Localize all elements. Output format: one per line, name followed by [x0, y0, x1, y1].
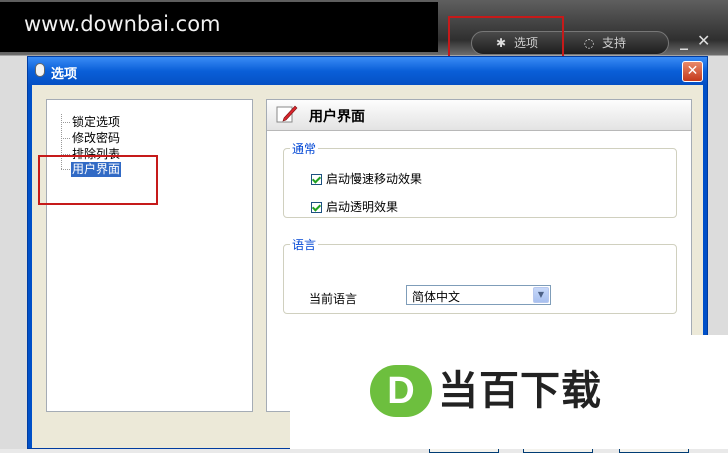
language-select-value: 简体中文: [412, 290, 461, 304]
highlight-box-user-interface: [38, 155, 158, 205]
panel-title: 用户界面: [309, 109, 365, 125]
dialog-title: 选项: [51, 67, 78, 82]
tree-item-change-password[interactable]: 修改密码: [71, 131, 121, 146]
tree-branch: [61, 138, 70, 139]
general-group: 通常 启动慢速移动效果 启动透明效果: [283, 140, 677, 218]
lock-icon: [35, 63, 45, 77]
tree-branch: [61, 122, 70, 123]
site-watermark: www.downbai.com: [0, 2, 438, 52]
language-select[interactable]: 简体中文 ▼: [406, 285, 551, 305]
logo-text: 当百下载: [438, 368, 602, 414]
current-language-label: 当前语言: [309, 292, 358, 306]
dialog-title-bar[interactable]: 选项 ✕: [28, 57, 707, 85]
app-minimize-button[interactable]: _: [680, 31, 688, 50]
chevron-down-icon[interactable]: ▼: [533, 287, 549, 303]
support-tab-label: 支持: [602, 36, 627, 50]
dialog-close-button[interactable]: ✕: [682, 61, 703, 82]
pencil-icon: [276, 105, 298, 123]
transparency-label: 启动透明效果: [326, 200, 399, 214]
panel-header: 用户界面: [267, 100, 691, 131]
transparency-checkbox[interactable]: [311, 202, 322, 213]
site-logo: D 当百下载: [290, 335, 728, 449]
slow-motion-option[interactable]: 启动慢速移动效果: [311, 171, 422, 187]
app-close-button[interactable]: ✕: [697, 31, 710, 50]
refresh-icon: ◌: [583, 36, 595, 50]
options-tree: 锁定选项 修改密码 排除列表 用户界面: [46, 99, 253, 412]
language-group-legend: 语言: [292, 238, 317, 252]
transparency-option[interactable]: 启动透明效果: [311, 199, 398, 215]
slow-motion-label: 启动慢速移动效果: [326, 172, 423, 186]
tree-item-lock-options[interactable]: 锁定选项: [71, 115, 121, 130]
language-group: 语言 当前语言 简体中文 ▼: [283, 236, 677, 314]
slow-motion-checkbox[interactable]: [311, 174, 322, 185]
support-tab-button[interactable]: ◌ 支持: [582, 32, 626, 54]
logo-mark-icon: D: [370, 365, 432, 417]
general-group-legend: 通常: [292, 142, 317, 156]
